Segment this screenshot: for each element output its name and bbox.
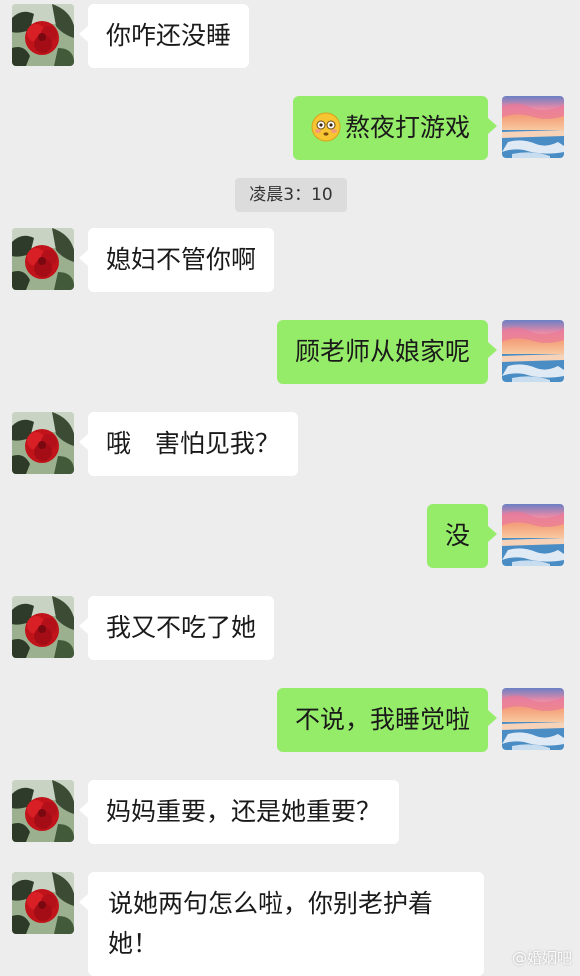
contact-avatar[interactable] (12, 412, 74, 474)
watermark-label: @婚姻吧 (511, 949, 572, 967)
red-flower-avatar-icon (12, 4, 74, 66)
message-text: 不说，我睡觉啦 (294, 705, 470, 734)
timestamp-label: 凌晨3：10 (235, 178, 347, 212)
red-flower-avatar-icon (12, 872, 74, 934)
contact-avatar[interactable] (12, 596, 74, 658)
contact-avatar[interactable] (12, 780, 74, 842)
outgoing-message-bubble[interactable]: 没 (426, 504, 498, 568)
red-flower-avatar-icon (12, 412, 74, 474)
message-text: 媳妇不管你啊 (106, 245, 257, 274)
my-avatar[interactable] (502, 504, 564, 566)
sunset-sea-avatar-icon (502, 688, 564, 750)
message-text: 你咋还没睡 (106, 21, 232, 50)
incoming-message-bubble[interactable]: 妈妈重要，还是她重要？ (78, 780, 400, 844)
chat-conversation[interactable]: 你咋还没睡 熬夜打游戏 凌晨3：10 媳妇不管你啊 顾老师从娘家呢 哦 害怕见我… (0, 0, 580, 976)
sunset-sea-avatar-icon (502, 504, 564, 566)
message-text: 说她两句怎么啦，你别老护着她！ (108, 889, 434, 958)
incoming-message-bubble[interactable]: 媳妇不管你啊 (78, 228, 275, 292)
incoming-message-bubble[interactable]: 你咋还没睡 (78, 4, 250, 68)
message-text: 熬夜打游戏 (344, 113, 470, 142)
message-text: 没 (444, 521, 470, 550)
outgoing-message-bubble[interactable]: 熬夜打游戏 (292, 96, 498, 160)
outgoing-message-bubble[interactable]: 不说，我睡觉啦 (276, 688, 498, 752)
contact-avatar[interactable] (12, 4, 74, 66)
message-text: 哦 害怕见我？ (106, 429, 280, 458)
message-text: 我又不吃了她 (106, 613, 257, 642)
contact-avatar[interactable] (12, 872, 74, 934)
my-avatar[interactable] (502, 688, 564, 750)
incoming-message-bubble[interactable]: 说她两句怎么啦，你别老护着她！ (79, 872, 484, 976)
my-avatar[interactable] (502, 96, 564, 158)
message-text: 妈妈重要，还是她重要？ (106, 797, 382, 826)
contact-avatar[interactable] (12, 228, 74, 290)
sunset-sea-avatar-icon (502, 320, 564, 382)
flushed-face-emoji-icon (311, 112, 341, 142)
red-flower-avatar-icon (12, 780, 74, 842)
sunset-sea-avatar-icon (502, 96, 564, 158)
red-flower-avatar-icon (12, 596, 74, 658)
my-avatar[interactable] (502, 320, 564, 382)
incoming-message-bubble[interactable]: 哦 害怕见我？ (79, 412, 298, 476)
message-text: 顾老师从娘家呢 (294, 337, 470, 366)
red-flower-avatar-icon (12, 228, 74, 290)
incoming-message-bubble[interactable]: 我又不吃了她 (78, 596, 275, 660)
outgoing-message-bubble[interactable]: 顾老师从娘家呢 (276, 320, 498, 384)
